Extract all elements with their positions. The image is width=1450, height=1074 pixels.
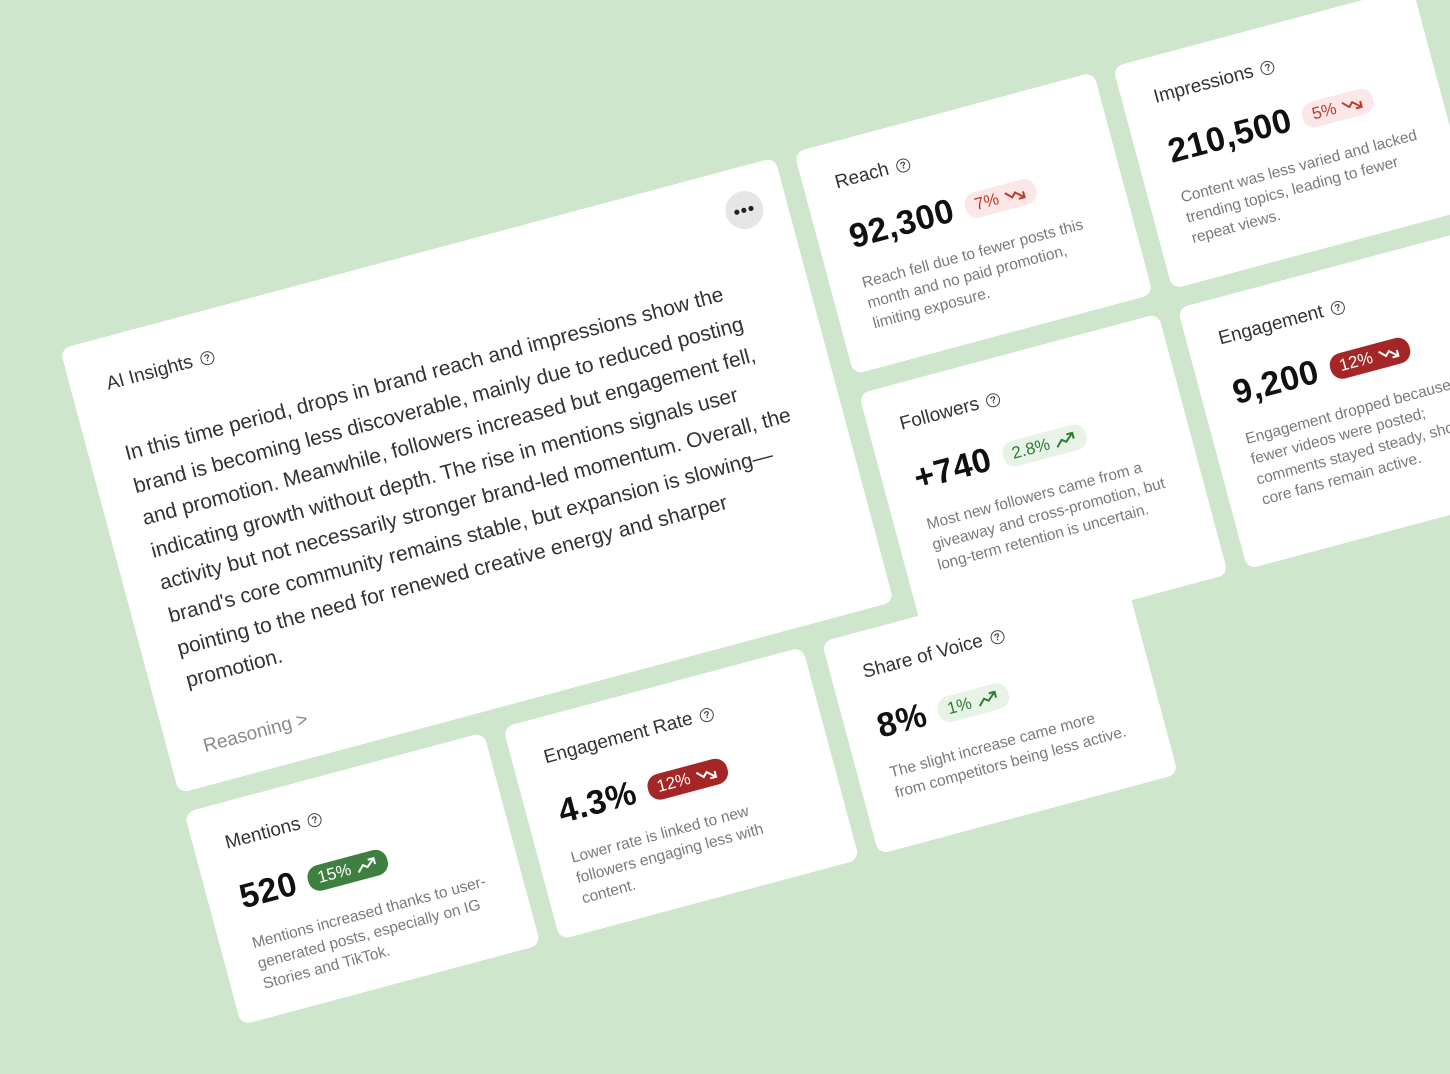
- engagement-rate-value: 4.3%: [554, 773, 641, 831]
- share-of-voice-value: 8%: [872, 695, 932, 746]
- help-circle-icon[interactable]: ?: [198, 349, 216, 367]
- ai-insights-title: AI Insights: [104, 351, 196, 395]
- impressions-change: 5%: [1309, 98, 1339, 124]
- reach-value: 92,300: [845, 191, 959, 257]
- help-circle-icon[interactable]: ?: [894, 156, 912, 175]
- trending-up-icon: [357, 856, 377, 873]
- help-circle-icon[interactable]: ?: [698, 706, 716, 724]
- engagement-title: Engagement: [1216, 301, 1326, 350]
- engagement-rate-title: Engagement Rate: [541, 708, 696, 769]
- mentions-change-badge: 15%: [304, 846, 391, 893]
- trending-down-icon: [1003, 190, 1026, 200]
- help-circle-icon[interactable]: ?: [988, 628, 1006, 646]
- help-circle-icon[interactable]: ?: [984, 391, 1002, 409]
- engagement-change-badge: 12%: [1326, 334, 1413, 382]
- engagement-change: 12%: [1336, 347, 1375, 375]
- followers-change: 2.8%: [1009, 433, 1052, 463]
- mentions-title: Mentions: [222, 813, 303, 854]
- reach-title: Reach: [832, 158, 892, 194]
- trending-down-icon: [695, 770, 717, 779]
- trending-up-icon: [978, 690, 997, 707]
- followers-value: +740: [909, 440, 996, 498]
- help-circle-icon[interactable]: ?: [306, 811, 324, 829]
- reach-change: 7%: [972, 188, 1001, 214]
- impressions-title: Impressions: [1151, 61, 1256, 108]
- trending-down-icon: [1377, 349, 1400, 358]
- engagement-rate-change-badge: 12%: [644, 755, 731, 803]
- mentions-change: 15%: [315, 859, 354, 887]
- more-horizontal-icon: •••: [731, 197, 758, 223]
- mentions-value: 520: [235, 864, 302, 917]
- share-of-voice-change-badge: 1%: [934, 680, 1012, 725]
- reach-change-badge: 7%: [961, 176, 1039, 220]
- followers-change-badge: 2.8%: [999, 421, 1090, 469]
- insights-dashboard: AI Insights ? ••• In this time period, d…: [60, 0, 1450, 1026]
- followers-title: Followers: [897, 393, 982, 435]
- share-of-voice-title: Share of Voice: [860, 630, 986, 683]
- engagement-value: 9,200: [1228, 352, 1324, 413]
- impressions-card: Impressions ? 210,500 5% Content was les…: [1112, 0, 1450, 290]
- impressions-change-badge: 5%: [1299, 85, 1377, 130]
- trending-down-icon: [1341, 100, 1363, 109]
- ai-insights-body: In this time period, drops in brand reac…: [122, 282, 794, 693]
- help-circle-icon[interactable]: ?: [1259, 59, 1277, 77]
- impressions-value: 210,500: [1163, 101, 1296, 171]
- trending-up-icon: [1056, 431, 1075, 448]
- help-circle-icon[interactable]: ?: [1329, 299, 1347, 317]
- engagement-card: Engagement ? 9,200 12% Engagement droppe…: [1177, 228, 1450, 570]
- engagement-rate-change: 12%: [654, 768, 693, 796]
- share-of-voice-change: 1%: [944, 693, 974, 718]
